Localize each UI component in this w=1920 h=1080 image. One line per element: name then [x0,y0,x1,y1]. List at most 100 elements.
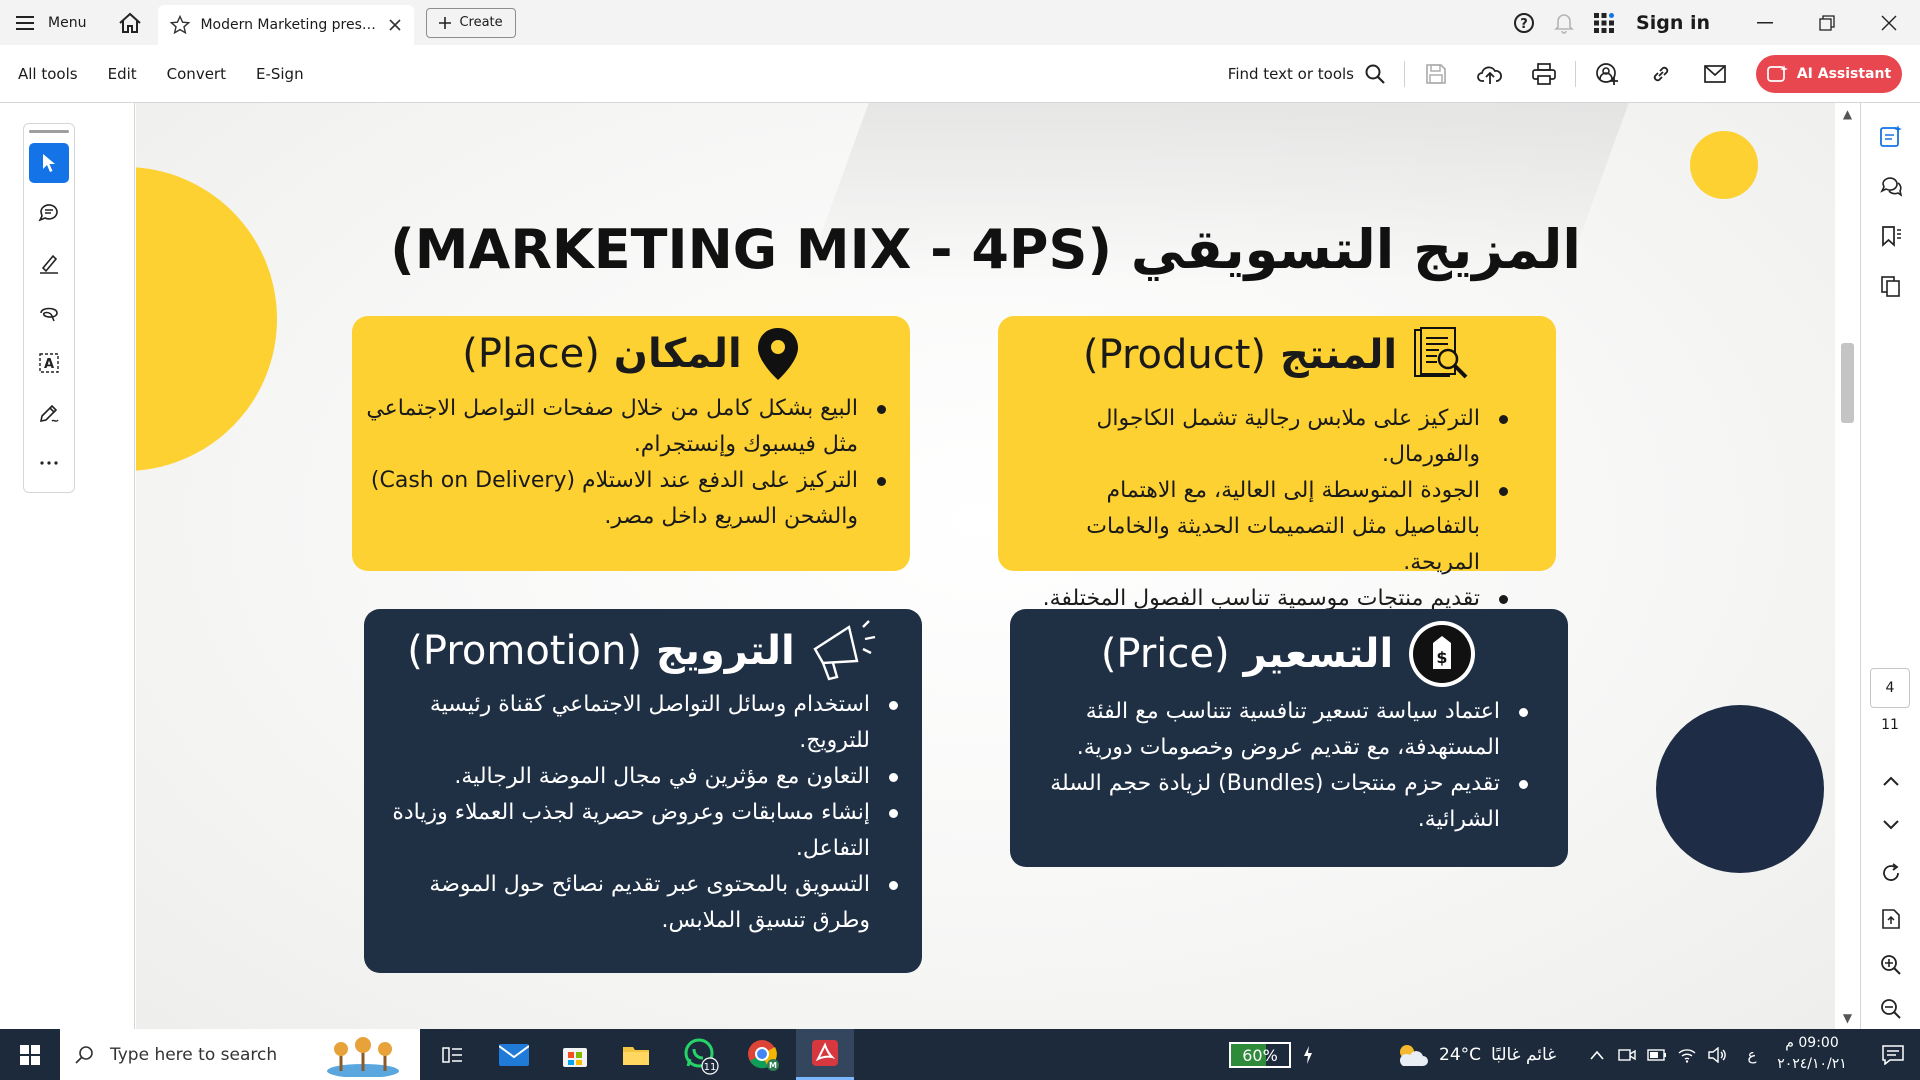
pages-panel-button[interactable] [1861,261,1920,311]
document-tab[interactable]: Modern Marketing prese... [158,5,415,45]
scrollbar-thumb[interactable] [1841,343,1854,423]
toolbar-divider [1404,61,1405,87]
ai-assistant-button[interactable]: AI Assistant [1756,55,1902,93]
weather-temperature: 24°C [1439,1044,1482,1065]
task-view-icon [442,1046,462,1063]
taskbar-search-box[interactable]: Type here to search [60,1029,420,1080]
file-explorer-button[interactable] [607,1029,665,1080]
upload-cloud-button[interactable] [1463,45,1517,103]
text-tool-button[interactable]: A [29,343,69,383]
next-page-button[interactable] [1861,803,1920,847]
slide-title: المزيج التسويقي (MARKETING MIX - 4PS) [390,218,1581,281]
scroll-up-arrow-icon[interactable]: ▲ [1840,107,1855,122]
network-button[interactable] [1672,1029,1702,1080]
home-button[interactable] [110,0,150,45]
sign-tool-button[interactable] [29,393,69,433]
meet-now-button[interactable] [1612,1029,1642,1080]
page-info-button[interactable] [1861,897,1920,941]
ai-summary-button[interactable] [1861,111,1920,161]
save-icon [1426,64,1446,84]
highlight-tool-button[interactable] [29,243,69,283]
whatsapp-button[interactable]: 11 [672,1029,730,1080]
product-list: التركيز على ملابس رجالية تشمل الكاجوال و… [1018,401,1508,617]
more-tools-button[interactable] [29,443,69,483]
left-tool-area: A [0,103,135,1029]
draw-tool-button[interactable] [29,293,69,333]
rotate-button[interactable] [1861,851,1920,895]
select-tool-button[interactable] [29,143,69,183]
close-icon [1881,15,1897,30]
price-card: (Price) التسعير $ اعتماد سياسة تسعير تنا… [1010,609,1568,867]
clock-time: 09:00 م [1785,1035,1839,1051]
list-item: تقديم حزم منتجات (Bundles) لزيادة حجم ال… [1038,766,1528,838]
help-icon: ? [1514,12,1535,33]
menu-button[interactable]: Menu [0,0,102,45]
promotion-list: استخدام وسائل التواصل الاجتماعي كقناة رئ… [373,687,898,939]
price-tag-icon: $ [1409,621,1476,687]
weather-widget[interactable]: 24°C غائم غالبًا [1395,1029,1556,1080]
find-text-button[interactable]: Find text or tools [1228,65,1354,83]
rail-drag-handle[interactable] [29,130,69,133]
microsoft-store-button[interactable] [546,1029,604,1080]
zoom-in-icon [1881,955,1901,975]
rotate-icon [1883,863,1899,881]
page-thumbnails-icon [1881,276,1900,297]
email-button[interactable] [1688,45,1742,103]
minimize-icon [1757,21,1773,23]
product-heading: (Product) المنتج [998,326,1556,384]
list-item: استخدام وسائل التواصل الاجتماعي كقناة رئ… [373,687,898,759]
create-button[interactable]: Create [426,7,516,38]
search-icon[interactable] [1364,63,1386,85]
minimize-button[interactable] [1734,0,1796,45]
right-side-panel: 4 11 [1860,103,1920,1029]
sign-in-link[interactable]: Sign in [1636,12,1710,34]
menu-convert[interactable]: Convert [167,65,226,83]
start-button[interactable] [0,1029,60,1080]
save-button[interactable] [1409,45,1463,103]
volume-button[interactable] [1702,1029,1732,1080]
print-button[interactable] [1517,45,1571,103]
star-icon[interactable] [170,15,191,35]
text-box-icon: A [39,353,59,373]
taskbar-clock[interactable]: 09:00 م ٢٠٢٤/١٠/٢١ [1772,1033,1852,1075]
comment-tool-button[interactable] [29,193,69,233]
battery-tray-button[interactable] [1642,1029,1672,1080]
battery-indicator[interactable]: 60% [1229,1042,1291,1068]
page-fit-icon [1882,909,1900,929]
current-page-input[interactable]: 4 [1870,668,1910,708]
more-dots-icon [40,461,58,465]
title-bar: Menu Modern Marketing prese... Create ? … [0,0,1920,45]
store-icon [563,1047,587,1067]
zoom-out-button[interactable] [1861,987,1920,1031]
speaker-icon [1708,1046,1726,1063]
notifications-button[interactable] [1544,0,1584,45]
menu-all-tools[interactable]: All tools [18,65,78,83]
restore-button[interactable] [1796,0,1858,45]
mail-app-button[interactable] [485,1029,543,1080]
share-button[interactable] [1580,45,1634,103]
copy-link-button[interactable] [1634,45,1688,103]
product-heading-ar: المنتج [1280,332,1398,378]
chrome-button[interactable]: M [734,1029,792,1080]
menu-e-sign[interactable]: E-Sign [256,65,304,83]
input-language-button[interactable]: ع [1737,1029,1767,1080]
acrobat-button[interactable] [796,1029,854,1080]
close-window-button[interactable] [1858,0,1920,45]
show-hidden-icons-button[interactable] [1582,1029,1612,1080]
menu-edit[interactable]: Edit [108,65,137,83]
comments-panel-button[interactable] [1861,161,1920,211]
place-heading-en: (Place) [462,331,600,377]
megaphone-icon [813,620,875,681]
close-tab-icon[interactable] [388,18,402,32]
task-view-button[interactable] [424,1029,482,1080]
notifications-center-button[interactable] [1866,1029,1920,1080]
previous-page-button[interactable] [1861,759,1920,803]
apps-button[interactable] [1584,0,1624,45]
help-button[interactable]: ? [1504,0,1544,45]
toolbar-divider [1575,61,1576,87]
bookmarks-panel-button[interactable] [1861,211,1920,261]
scroll-down-arrow-icon[interactable]: ▼ [1840,1011,1855,1026]
bookmark-icon [1882,226,1901,247]
zoom-in-button[interactable] [1861,943,1920,987]
vertical-scrollbar[interactable]: ▲ ▼ [1835,103,1860,1029]
